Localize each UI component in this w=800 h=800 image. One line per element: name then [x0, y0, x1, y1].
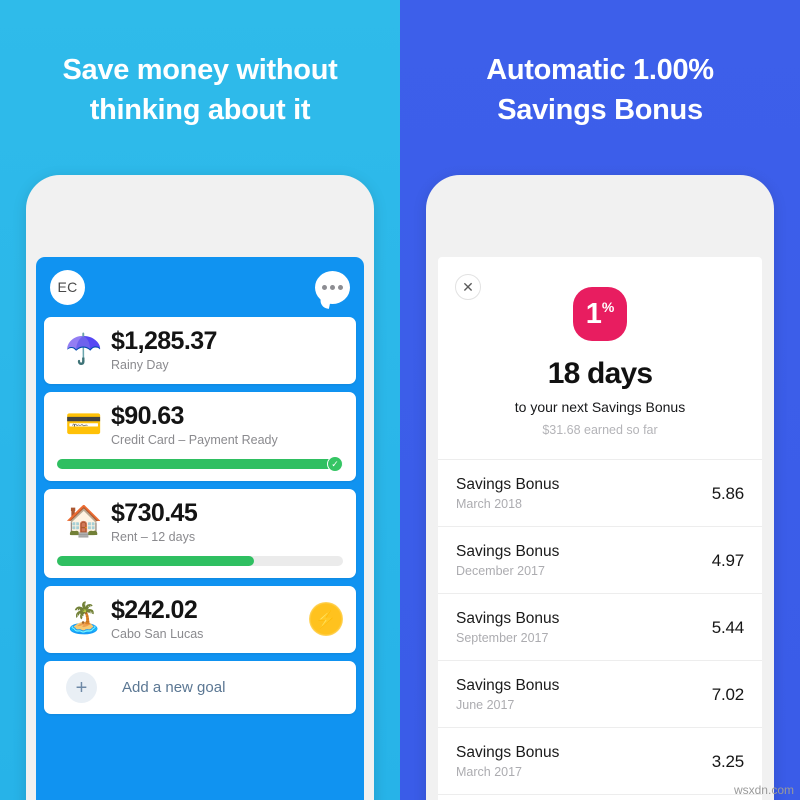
percent-badge-number: 1 — [585, 297, 602, 330]
goal-card-top: ☂️ $1,285.37 Rainy Day — [57, 327, 343, 373]
goal-card-top: 🏝️ $242.02 Cabo San Lucas ⚡ — [57, 597, 343, 641]
lightning-bolt-icon: ⚡ — [309, 602, 343, 636]
goal-badge[interactable]: ⚡ — [309, 602, 343, 636]
days-headline: 18 days — [547, 357, 653, 390]
transaction-date: March 2018 — [456, 497, 523, 511]
screenshot-stage: Save money without thinking about it EC — [0, 0, 800, 800]
goal-label: Cabo San Lucas — [111, 627, 204, 641]
house-icon: 🏠 — [65, 505, 103, 538]
add-new-goal-label: Add a new goal — [122, 679, 226, 696]
dot-icon — [322, 284, 327, 290]
goal-amount: $730.45 — [111, 499, 198, 527]
goal-label: Rainy Day — [111, 358, 169, 372]
transaction-date: September 2017 — [456, 631, 549, 645]
transaction-row[interactable]: Savings Bonus September 2017 5.44 — [438, 594, 762, 661]
goal-card-top: 🏠 $730.45 Rent – 12 days — [57, 499, 343, 545]
right-headline: Automatic 1.00% Savings Bonus — [400, 50, 800, 130]
goal-label: Rent – 12 days — [111, 530, 196, 544]
transaction-info: Savings Bonus December 2017 — [456, 543, 559, 578]
savings-bonus-screen: ✕ 1 % 18 days to your next Savings Bonus… — [438, 257, 762, 800]
close-icon[interactable]: ✕ — [455, 274, 481, 300]
goal-amount: $1,285.37 — [111, 327, 217, 355]
goal-card-text: $1,285.37 Rainy Day — [111, 327, 343, 373]
goal-card[interactable]: 🏝️ $242.02 Cabo San Lucas ⚡ — [44, 586, 356, 653]
goal-card-text: $242.02 Cabo San Lucas — [111, 596, 303, 642]
goal-progress-bar — [57, 556, 343, 566]
right-headline-line1: Automatic 1.00% — [486, 54, 714, 86]
transaction-title: Savings Bonus — [456, 677, 560, 694]
goal-progress-bar: ✓ — [57, 456, 343, 472]
goal-card-top: 💳 $90.63 Credit Card – Payment Ready — [57, 402, 343, 448]
goal-label: Credit Card – Payment Ready — [111, 433, 278, 447]
progress-fill — [57, 459, 343, 469]
transaction-date: December 2017 — [456, 564, 545, 578]
left-headline-line2: thinking about it — [89, 94, 311, 126]
goal-card[interactable]: 💳 $90.63 Credit Card – Payment Ready ✓ — [44, 392, 356, 481]
transaction-date: March 2017 — [456, 765, 523, 779]
transaction-amount: 5.44 — [711, 617, 744, 637]
goal-card[interactable]: 🏠 $730.45 Rent – 12 days — [44, 489, 356, 578]
transaction-row[interactable]: Savings Bonus December 2017 4.97 — [438, 527, 762, 594]
beach-umbrella-icon: 🏝️ — [65, 602, 103, 635]
transaction-info: Savings Bonus June 2017 — [456, 677, 559, 712]
transaction-amount: 7.02 — [711, 684, 744, 704]
transaction-title: Savings Bonus — [456, 610, 560, 627]
watermark: wsxdn.com — [733, 783, 794, 797]
dot-icon — [330, 284, 335, 290]
goal-card[interactable]: ☂️ $1,285.37 Rainy Day — [44, 317, 356, 384]
transaction-info: Savings Bonus March 2018 — [456, 476, 559, 511]
percent-badge-symbol: % — [601, 299, 615, 315]
left-headline: Save money without thinking about it — [0, 50, 400, 130]
savings-bonus-hero: ✕ 1 % 18 days to your next Savings Bonus… — [438, 257, 762, 459]
transaction-info: Savings Bonus September 2017 — [456, 610, 559, 645]
goal-card-text: $730.45 Rent – 12 days — [111, 499, 343, 545]
left-headline-line1: Save money without — [62, 54, 338, 86]
transaction-amount: 5.86 — [711, 483, 744, 503]
umbrella-with-rain-icon: ☂️ — [65, 333, 103, 366]
right-phone-frame: ✕ 1 % 18 days to your next Savings Bonus… — [426, 175, 774, 800]
right-headline-line2: Savings Bonus — [497, 94, 703, 126]
goal-amount: $242.02 — [111, 596, 198, 624]
percent-badge: 1 % — [573, 287, 627, 341]
goal-card-text: $90.63 Credit Card – Payment Ready — [111, 402, 343, 448]
app-top-bar: EC — [44, 257, 356, 317]
left-promo-panel: Save money without thinking about it EC — [0, 0, 400, 800]
goals-app-screen: EC ☂️ $1,285.37 Rainy Day 💳 $90.63 Credi… — [36, 257, 364, 800]
transaction-amount: 4.97 — [711, 550, 744, 570]
check-circle-icon: ✓ — [327, 456, 343, 472]
left-phone-frame: EC ☂️ $1,285.37 Rainy Day 💳 $90.63 Credi… — [26, 175, 374, 800]
avatar-initials: EC — [57, 279, 78, 295]
savings-bonus-list: Savings Bonus March 2018 5.86 Savings Bonus… — [438, 459, 762, 795]
earned-so-far-note: $31.68 earned so far — [542, 423, 658, 437]
transaction-info: Savings Bonus March 2017 — [456, 744, 559, 779]
add-new-goal-button[interactable]: + Add a new goal — [44, 661, 356, 714]
credit-card-icon: 💳 — [65, 408, 103, 441]
chat-bubble-icon[interactable] — [315, 270, 350, 304]
transaction-row[interactable]: Savings Bonus March 2018 5.86 — [438, 460, 762, 527]
progress-fill — [57, 556, 255, 566]
transaction-title: Savings Bonus — [456, 543, 560, 560]
avatar[interactable]: EC — [50, 269, 85, 305]
dot-icon — [338, 284, 343, 290]
plus-icon: + — [66, 672, 97, 703]
transaction-title: Savings Bonus — [456, 476, 560, 493]
transaction-row[interactable]: Savings Bonus March 2017 3.25 — [438, 728, 762, 795]
transaction-date: June 2017 — [456, 698, 515, 712]
right-promo-panel: Automatic 1.00% Savings Bonus ✕ 1 % 18 d… — [400, 0, 800, 800]
transaction-title: Savings Bonus — [456, 744, 560, 761]
transaction-amount: 3.25 — [711, 751, 744, 771]
goal-amount: $90.63 — [111, 402, 184, 430]
transaction-row[interactable]: Savings Bonus June 2017 7.02 — [438, 661, 762, 728]
days-subtitle: to your next Savings Bonus — [514, 399, 686, 415]
